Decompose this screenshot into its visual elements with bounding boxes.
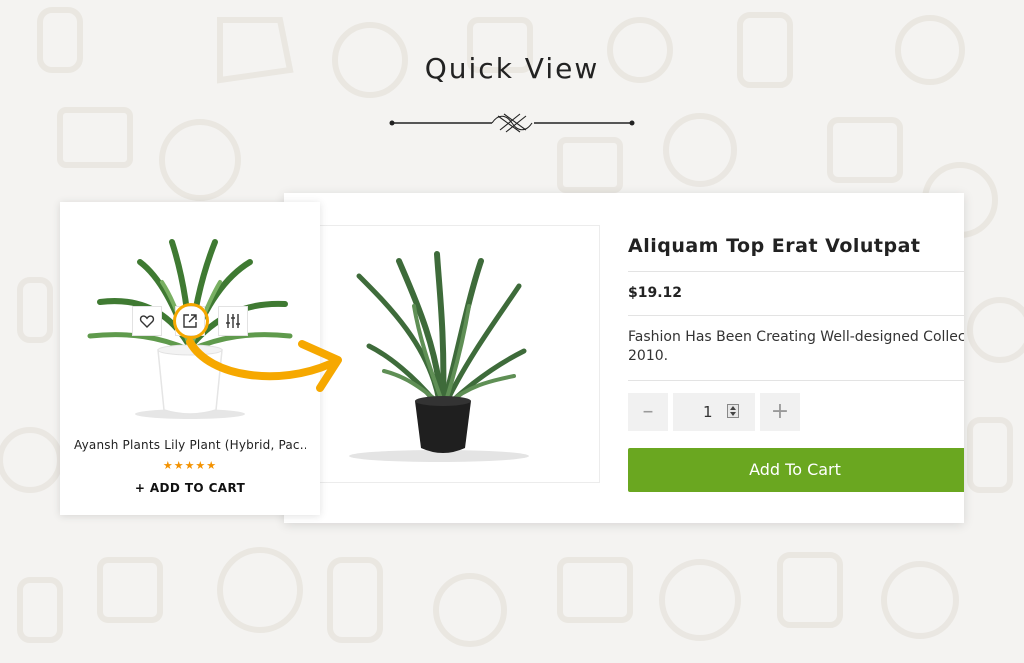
add-to-cart-button[interactable]: Add To Cart <box>628 448 964 492</box>
ornament-divider <box>389 113 635 133</box>
separator <box>628 271 964 272</box>
add-to-cart-label: Add To Cart <box>749 460 841 479</box>
quick-view-product-image <box>318 225 600 483</box>
wishlist-button[interactable] <box>132 306 162 336</box>
quick-view-panel: Aliquam Top Erat Volutpat $19.12 Fashion… <box>284 193 964 523</box>
product-price: $19.12 <box>628 285 683 301</box>
external-link-icon <box>183 314 197 328</box>
page-title: Quick View <box>424 52 600 85</box>
aloe-plant-image <box>349 251 529 462</box>
separator <box>628 380 964 381</box>
quantity-increase-button[interactable]: + <box>760 393 800 431</box>
product-description: Fashion Has Been Creating Well-designed … <box>628 329 964 364</box>
rating-stars: ★★★★★ <box>162 459 218 472</box>
product-name[interactable]: Ayansh Plants Lily Plant (Hybrid, Pac... <box>74 438 306 452</box>
arrow-icon <box>186 338 342 392</box>
quantity-decrease-button[interactable]: – <box>628 393 668 431</box>
card-add-to-cart-button[interactable]: + ADD TO CART <box>60 481 320 495</box>
heart-icon <box>139 315 155 328</box>
spinner-icon[interactable] <box>727 404 739 418</box>
separator <box>628 315 964 316</box>
sliders-icon <box>226 314 240 328</box>
product-title: Aliquam Top Erat Volutpat <box>628 235 921 257</box>
quantity-input[interactable]: 1 <box>673 393 755 431</box>
quantity-value: 1 <box>703 403 713 421</box>
